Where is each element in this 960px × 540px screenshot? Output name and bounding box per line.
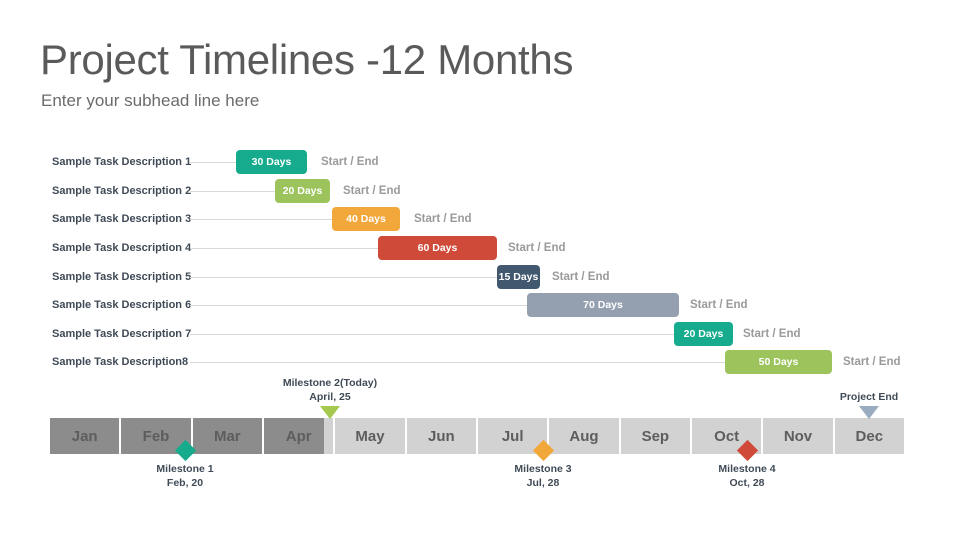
month-label: Jul — [501, 427, 524, 445]
gantt-row: Sample Task Description 3 40 Days Start / … — [0, 205, 960, 234]
milestone-label: Milestone 4 Oct, 28 — [647, 462, 847, 490]
task-label: Sample Task Description 4 — [52, 242, 192, 255]
task-duration-bar[interactable]: 30 Days — [236, 150, 307, 175]
gantt-row: Sample Task Description 1 30 Days Start / … — [0, 148, 960, 177]
task-duration-bar[interactable]: 40 Days — [332, 207, 400, 232]
gantt-row: Sample Task Description 2 20 Days Start / … — [0, 177, 960, 206]
task-connector-line — [190, 362, 725, 364]
task-start-end-label: Start / End — [690, 299, 748, 312]
project-end-label: Project End — [839, 391, 899, 403]
slide-canvas: Project Timelines -12 Months Enter your … — [0, 0, 960, 540]
month-cell-jun[interactable]: Jun — [406, 418, 476, 454]
gantt-row: Sample Task Description 6 70 Days Start / … — [0, 291, 960, 320]
task-label: Sample Task Description 7 — [52, 327, 192, 340]
month-label: Jun — [427, 427, 455, 445]
month-label: May — [355, 427, 385, 445]
gantt-row: Sample Task Description8 50 Days Start / E… — [0, 348, 960, 377]
task-duration-bar[interactable]: 50 Days — [725, 350, 832, 375]
task-connector-line — [190, 276, 497, 278]
task-label: Sample Task Description 1 — [52, 156, 192, 169]
project-end-triangle-icon[interactable] — [859, 406, 879, 419]
month-label: Mar — [213, 427, 241, 445]
month-label: Jan — [71, 427, 98, 445]
milestone-name: Milestone 1 — [156, 463, 214, 475]
gantt-rows: Sample Task Description 1 30 Days Start / … — [0, 148, 960, 377]
milestone-date: April, 25 — [309, 391, 351, 403]
month-label: Dec — [855, 427, 884, 445]
month-cell-nov[interactable]: Nov — [763, 418, 833, 454]
month-label: Apr — [285, 427, 312, 445]
month-cell-apr[interactable]: Apr — [264, 418, 334, 454]
task-label: Sample Task Description8 — [52, 356, 189, 369]
gantt-row: Sample Task Description 5 15 Days Start / … — [0, 262, 960, 291]
milestone-triangle-icon[interactable] — [320, 406, 340, 419]
task-label: Sample Task Description 6 — [52, 299, 192, 312]
task-duration-bar[interactable]: 70 Days — [527, 293, 679, 318]
task-start-end-label: Start / End — [508, 242, 566, 255]
gantt-row: Sample Task Description 7 20 Days Start / … — [0, 320, 960, 349]
month-cell-sep[interactable]: Sep — [620, 418, 690, 454]
milestone-date: Oct, 28 — [729, 477, 765, 489]
task-start-end-label: Start / End — [343, 184, 401, 197]
month-cell-mar[interactable]: Mar — [192, 418, 262, 454]
milestone-name: Milestone 2(Today) — [282, 377, 378, 389]
task-label: Sample Task Description 5 — [52, 270, 192, 283]
milestone-name: Milestone 4 — [718, 463, 776, 475]
milestone-date: Feb, 20 — [166, 477, 204, 489]
task-start-end-label: Start / End — [743, 327, 801, 340]
page-subhead: Enter your subhead line here — [41, 91, 260, 110]
milestone-name: Milestone 3 — [514, 463, 572, 475]
task-duration-bar[interactable]: 15 Days — [497, 264, 540, 289]
task-duration-bar[interactable]: 60 Days — [378, 236, 497, 261]
milestone-label: Milestone 1 Feb, 20 — [85, 462, 285, 490]
month-label: Feb — [142, 427, 170, 445]
page-title: Project Timelines -12 Months — [40, 36, 574, 83]
month-cell-jan[interactable]: Jan — [50, 418, 120, 454]
month-cell-dec[interactable]: Dec — [834, 418, 904, 454]
task-label: Sample Task Description 3 — [52, 213, 192, 226]
month-label: Sep — [641, 427, 670, 445]
task-connector-line — [190, 333, 674, 335]
task-start-end-label: Start / End — [414, 213, 472, 226]
task-connector-line — [190, 162, 236, 164]
milestone-date: Jul, 28 — [526, 477, 560, 489]
milestone-label: Milestone 2(Today) April, 25 — [230, 376, 430, 404]
task-label: Sample Task Description 2 — [52, 184, 192, 197]
month-label: Nov — [783, 427, 813, 445]
milestone-label: Milestone 3 Jul, 28 — [443, 462, 643, 490]
month-label: Aug — [569, 427, 599, 445]
task-connector-line — [190, 190, 275, 192]
month-cell-may[interactable]: May — [335, 418, 405, 454]
task-duration-bar[interactable]: 20 Days — [674, 321, 733, 346]
month-label: Oct — [714, 427, 740, 445]
task-connector-line — [190, 219, 332, 221]
gantt-row: Sample Task Description 4 60 Days Start / … — [0, 234, 960, 263]
task-connector-line — [190, 248, 378, 250]
task-start-end-label: Start / End — [843, 356, 901, 369]
month-cell-aug[interactable]: Aug — [549, 418, 619, 454]
task-connector-line — [190, 305, 527, 307]
task-duration-bar[interactable]: 20 Days — [275, 178, 330, 203]
task-start-end-label: Start / End — [321, 156, 379, 169]
task-start-end-label: Start / End — [552, 270, 610, 283]
